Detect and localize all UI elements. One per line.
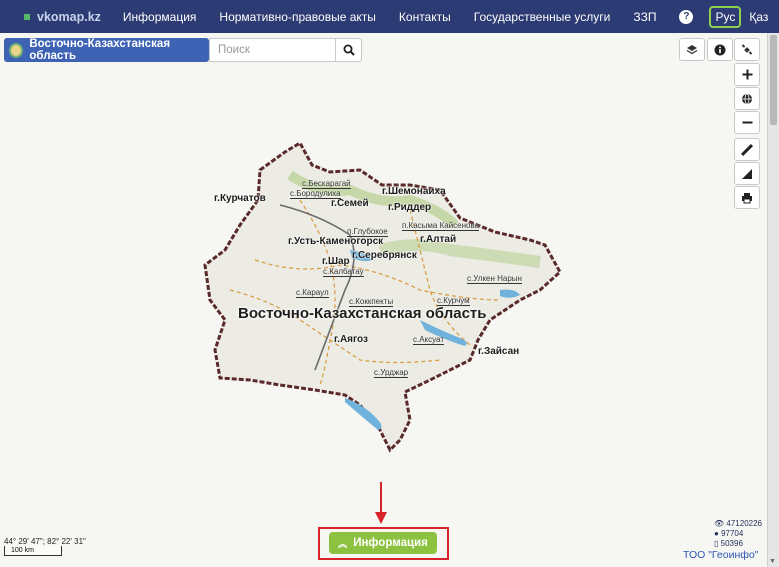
globe-icon (742, 93, 752, 104)
region-select-button[interactable]: Восточно-Казахстанская область (4, 38, 209, 62)
brand-square-icon (24, 13, 30, 20)
views-stat: 👁 47120226 (714, 519, 762, 528)
print-icon (742, 192, 752, 203)
language-kazakh-button[interactable]: Қаз (749, 10, 768, 24)
full-extent-button[interactable] (734, 87, 760, 110)
city-label[interactable]: г.Семей (331, 198, 369, 209)
nav-item-legal-acts[interactable]: Нормативно-правовые акты (219, 10, 376, 24)
village-label[interactable]: с.Урджар (374, 368, 409, 378)
village-label[interactable]: с.Аксуат (413, 335, 444, 345)
village-label[interactable]: с.Калбатау (323, 267, 364, 277)
region-map-label: Восточно-Казахстанская область (238, 305, 487, 322)
docs-stat: ▯ 50396 (714, 539, 743, 548)
region-emblem-icon (9, 42, 24, 58)
search-input[interactable]: Поиск (209, 38, 336, 62)
eye-icon: 👁 (714, 519, 725, 528)
users-stat: ● 97704 (714, 529, 744, 538)
city-label[interactable]: г.Алтай (420, 234, 456, 245)
help-icon[interactable]: ? (679, 9, 694, 24)
double-chevron-up-icon: ︽ (338, 538, 348, 549)
info-icon (714, 44, 726, 55)
city-label[interactable]: г.Шар (322, 256, 350, 267)
nav-item-public-services[interactable]: Государственные услуги (474, 10, 611, 24)
satellite-button[interactable] (734, 38, 760, 61)
village-label[interactable]: с.Коккпекты (349, 297, 394, 307)
search-icon (343, 44, 355, 56)
top-navigation-bar: vkomap.kz Информация Нормативно-правовые… (0, 0, 779, 33)
city-label[interactable]: г.Зайсан (478, 346, 519, 357)
app-page: Восточно-Казахстанская область г.Курчато… (0, 0, 779, 567)
zoom-out-button[interactable] (734, 111, 760, 134)
company-link[interactable]: ТОО "Геоинфо" (683, 549, 758, 561)
ruler-icon (741, 143, 753, 156)
scrollbar-thumb[interactable] (770, 35, 777, 125)
nav-item-information[interactable]: Информация (123, 10, 196, 24)
area-triangle-icon (742, 168, 752, 179)
search-button[interactable] (336, 38, 362, 62)
nav-item-zzp[interactable]: ЗЗП (633, 10, 656, 24)
village-label[interactable]: с.Бескарагай (302, 179, 351, 189)
information-button-label: Информация (353, 537, 428, 549)
scroll-down-arrow-icon[interactable]: ▼ (769, 558, 776, 565)
region-select-label: Восточно-Казахстанская область (29, 38, 171, 62)
city-label[interactable]: г.Шемонаиха (382, 186, 446, 197)
scale-bar: 100 km (4, 546, 62, 556)
village-label[interactable]: с.Улкен Нарын (467, 274, 522, 284)
village-label[interactable]: п.Глубокое (347, 227, 388, 237)
satellite-icon (741, 43, 753, 55)
city-label[interactable]: г.Усть-Каменогорск (288, 236, 383, 247)
print-button[interactable] (734, 186, 760, 209)
zoom-in-button[interactable] (734, 63, 760, 86)
measure-distance-button[interactable] (734, 138, 760, 161)
information-panel-button[interactable]: ︽ Информация (329, 532, 437, 554)
visit-statistics: 👁 47120226 ● 97704 ▯ 50396 (714, 519, 762, 549)
brand-name: vkomap.kz (37, 9, 101, 24)
village-label[interactable]: п.Касыма Кайсенова (402, 221, 480, 231)
layers-button[interactable] (679, 38, 705, 61)
language-russian-button[interactable]: Рус (709, 5, 742, 28)
village-label[interactable]: с.Бородулиха (290, 189, 341, 199)
village-label[interactable]: с.Караул (296, 288, 329, 298)
city-label[interactable]: г.Серебрянск (352, 250, 417, 261)
city-label[interactable]: г.Риддер (388, 202, 431, 213)
nav-item-contacts[interactable]: Контакты (399, 10, 451, 24)
document-icon: ▯ (714, 539, 719, 548)
region-map[interactable] (0, 0, 779, 567)
city-label[interactable]: г.Курчатов (214, 193, 266, 204)
info-tool-button[interactable] (707, 38, 733, 61)
minus-icon (742, 121, 752, 124)
brand-logo[interactable]: vkomap.kz (24, 10, 101, 24)
village-label[interactable]: с.Курчум (437, 296, 470, 306)
layers-icon (686, 44, 698, 54)
user-icon: ● (714, 529, 719, 538)
city-label[interactable]: г.Аягоз (334, 334, 368, 345)
vertical-scrollbar[interactable]: ▼ (767, 33, 779, 567)
cursor-coordinates: 44° 29' 47"; 82° 22' 31" (4, 537, 86, 546)
measure-area-button[interactable] (734, 162, 760, 185)
plus-icon (742, 69, 752, 80)
